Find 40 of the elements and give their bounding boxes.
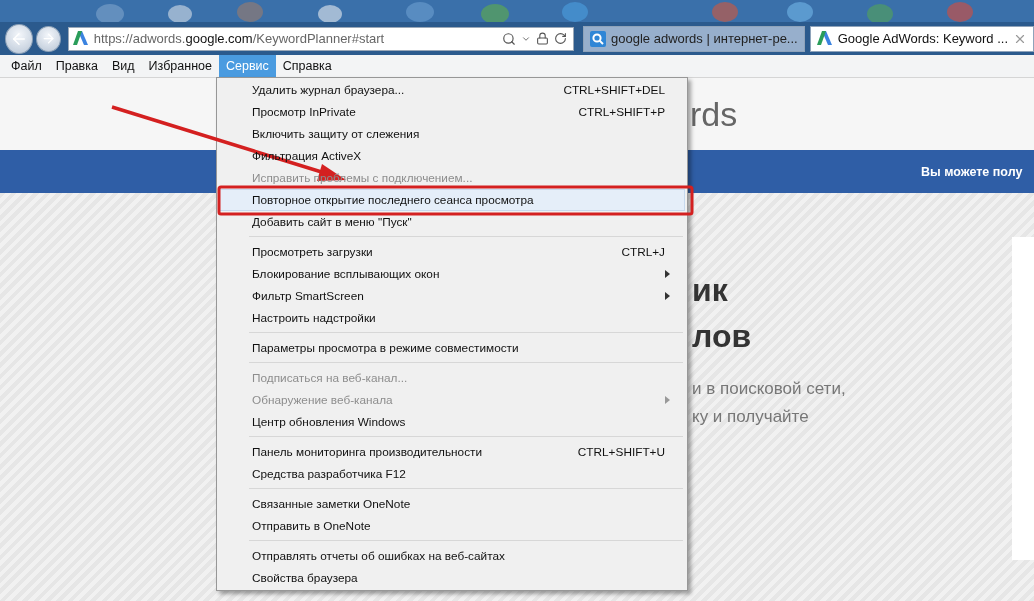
menu-item[interactable]: Центр обновления Windows	[219, 411, 685, 433]
browser-tab[interactable]: Google AdWords: Keyword ...	[809, 25, 1034, 52]
menu-item[interactable]: Просмотр InPrivate CTRL+SHIFT+P	[219, 101, 685, 123]
forward-button[interactable]	[36, 25, 61, 52]
menu-bar-item[interactable]: Избранное	[141, 55, 219, 77]
body-text: ку и получайте	[692, 406, 810, 428]
forward-arrow-icon	[40, 31, 56, 46]
menu-item[interactable]: Связанные заметки OneNote	[219, 493, 685, 515]
lock-icon	[536, 32, 550, 45]
body-text: и в поисковой сети,	[692, 378, 847, 400]
banner-text: Вы можете полу	[921, 164, 1023, 179]
address-bar[interactable]: https://adwords.google.com/KeywordPlanner#start	[67, 26, 575, 51]
menu-item[interactable]: Включить защиту от слежения	[219, 123, 685, 145]
heading-text: лов	[692, 317, 753, 356]
search-icon[interactable]	[502, 31, 517, 46]
browser-tab[interactable]: google adwords | интернет-ре...	[583, 25, 805, 52]
menu-item[interactable]: Просмотреть загрузки CTRL+J	[219, 241, 685, 263]
logo-icon	[72, 31, 89, 46]
search-icon	[590, 30, 607, 47]
back-button[interactable]	[5, 23, 34, 54]
logo-icon	[816, 31, 833, 46]
menu-item[interactable]: Отправлять отчеты об ошибках на веб-сайтах	[219, 545, 685, 567]
menu-item[interactable]: Параметры просмотра в режиме совместимости	[219, 337, 685, 359]
menu-item[interactable]: Панель мониторинга производительности CTRL+SHIFT+U	[219, 441, 685, 463]
menu-item[interactable]: Добавить сайт в меню "Пуск"	[219, 211, 685, 233]
heading-text: ик	[692, 271, 729, 310]
menu-item[interactable]: Свойства браузера	[219, 567, 685, 589]
menu-bar-item[interactable]: Справка	[275, 55, 339, 77]
menu-item[interactable]: Фильтр SmartScreen	[219, 285, 685, 307]
menu-bar-item[interactable]: Вид	[104, 55, 142, 77]
menu-item[interactable]: Средства разработчика F12	[219, 463, 685, 485]
refresh-icon[interactable]	[554, 32, 568, 45]
menu-item[interactable]: Отправить в OneNote	[219, 515, 685, 537]
menu-item[interactable]: Блокирование всплывающих окон	[219, 263, 685, 285]
menu-item[interactable]: Удалить журнал браузера... CTRL+SHIFT+DEL	[219, 79, 685, 101]
logo-text: rds	[690, 94, 738, 134]
menu-bar-item[interactable]: Правка	[48, 55, 105, 77]
menu-item[interactable]: Повторное открытие последнего сеанса просмотра	[219, 189, 685, 211]
menu-item[interactable]: Настроить надстройки	[219, 307, 685, 329]
menu-bar-item[interactable]: Файл	[4, 55, 49, 77]
